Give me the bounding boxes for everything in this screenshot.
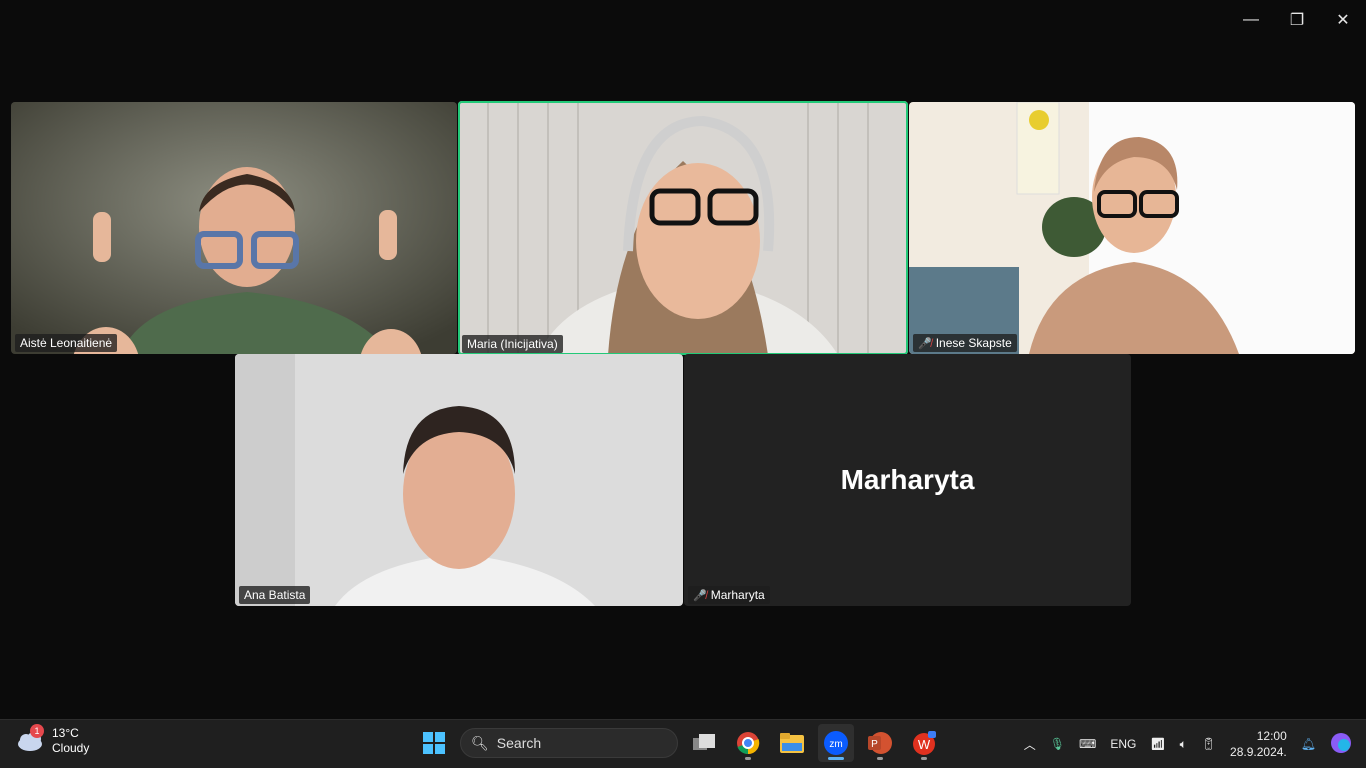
chrome-app[interactable] bbox=[730, 724, 766, 762]
participant-video bbox=[235, 354, 683, 606]
participant-name-label: Ana Batista bbox=[239, 586, 311, 604]
weather-temp: 13°C bbox=[52, 726, 79, 740]
participant-name-label: Maria (Inicijativa) bbox=[462, 335, 563, 353]
battery-icon[interactable]: 🔋︎ bbox=[1201, 737, 1216, 751]
bell-icon[interactable]: 🔔︎ bbox=[1301, 737, 1316, 751]
video-tile-5[interactable]: Marharyta 🎤̸ Marharyta bbox=[684, 354, 1131, 606]
powerpoint-icon: P bbox=[868, 732, 892, 754]
taskbar-search[interactable]: 🔍︎ Search bbox=[460, 728, 678, 758]
participant-video bbox=[11, 102, 457, 354]
video-tile-2[interactable]: Maria (Inicijativa) bbox=[458, 101, 908, 355]
volume-icon[interactable]: 🔈︎ bbox=[1180, 737, 1187, 752]
copilot-icon[interactable] bbox=[1330, 732, 1352, 757]
powerpoint-app[interactable]: P bbox=[862, 724, 898, 762]
wifi-icon[interactable]: 📶︎ bbox=[1150, 737, 1165, 751]
microphone-icon[interactable]: 🎙︎ bbox=[1050, 737, 1065, 751]
mic-muted-icon: 🎤̸ bbox=[693, 589, 707, 602]
svg-text:W: W bbox=[918, 737, 931, 752]
language-indicator[interactable]: ENG bbox=[1110, 737, 1136, 751]
minimize-button[interactable]: — bbox=[1228, 0, 1274, 40]
participant-name-label: Aistė Leonaitienė bbox=[15, 334, 118, 352]
start-button[interactable] bbox=[416, 724, 452, 762]
zoom-icon: zm bbox=[824, 731, 848, 755]
video-tile-3[interactable]: 🎤̸ Inese Skapste bbox=[909, 102, 1355, 354]
date: 28.9.2024. bbox=[1230, 745, 1287, 759]
weather-widget[interactable]: 1 13°C Cloudy bbox=[16, 724, 90, 756]
file-explorer-app[interactable] bbox=[774, 724, 810, 762]
weather-desc: Cloudy bbox=[52, 741, 90, 755]
participant-name-label: 🎤̸ Marharyta bbox=[688, 586, 770, 604]
svg-text:P: P bbox=[871, 739, 878, 750]
video-tile-1[interactable]: Aistė Leonaitienė bbox=[11, 102, 457, 354]
participant-video bbox=[458, 101, 908, 355]
folder-icon bbox=[780, 733, 804, 753]
close-button[interactable]: ✕ bbox=[1320, 0, 1366, 40]
participant-display-name: Marharyta bbox=[840, 464, 975, 495]
task-view-button[interactable] bbox=[686, 724, 722, 762]
chevron-up-icon[interactable]: ︿ bbox=[1024, 736, 1036, 753]
participant-video bbox=[909, 102, 1355, 354]
system-tray: ︿ 🎙︎ ⌨ ENG 📶︎ 🔈︎ 🔋︎ 12:00 28.9.2024. 🔔︎ bbox=[1024, 724, 1352, 764]
window-controls: — ❐ ✕ bbox=[1228, 0, 1366, 40]
windows-icon bbox=[423, 732, 445, 754]
wps-icon: W bbox=[913, 731, 936, 755]
task-view-icon bbox=[693, 734, 715, 750]
keyboard-icon[interactable]: ⌨ bbox=[1079, 737, 1096, 751]
cloud-icon: 1 bbox=[16, 724, 44, 752]
taskbar: 1 13°C Cloudy 🔍︎ Search zm P W ︿ 🎙︎ ⌨ EN… bbox=[0, 719, 1366, 768]
notification-badge: 1 bbox=[30, 724, 44, 738]
clock[interactable]: 12:00 28.9.2024. bbox=[1230, 728, 1287, 760]
time: 12:00 bbox=[1256, 729, 1287, 743]
restore-button[interactable]: ❐ bbox=[1274, 0, 1320, 40]
search-icon: 🔍︎ bbox=[471, 734, 489, 751]
wps-app[interactable]: W bbox=[906, 724, 942, 762]
chrome-icon bbox=[737, 732, 760, 755]
mic-muted-icon: 🎤̸ bbox=[918, 337, 932, 350]
zoom-app[interactable]: zm bbox=[818, 724, 854, 762]
participant-name-label: 🎤̸ Inese Skapste bbox=[913, 334, 1017, 352]
taskbar-apps: 🔍︎ Search zm P W bbox=[416, 724, 942, 762]
video-tile-4[interactable]: Ana Batista bbox=[235, 354, 683, 606]
svg-text:zm: zm bbox=[829, 739, 842, 750]
